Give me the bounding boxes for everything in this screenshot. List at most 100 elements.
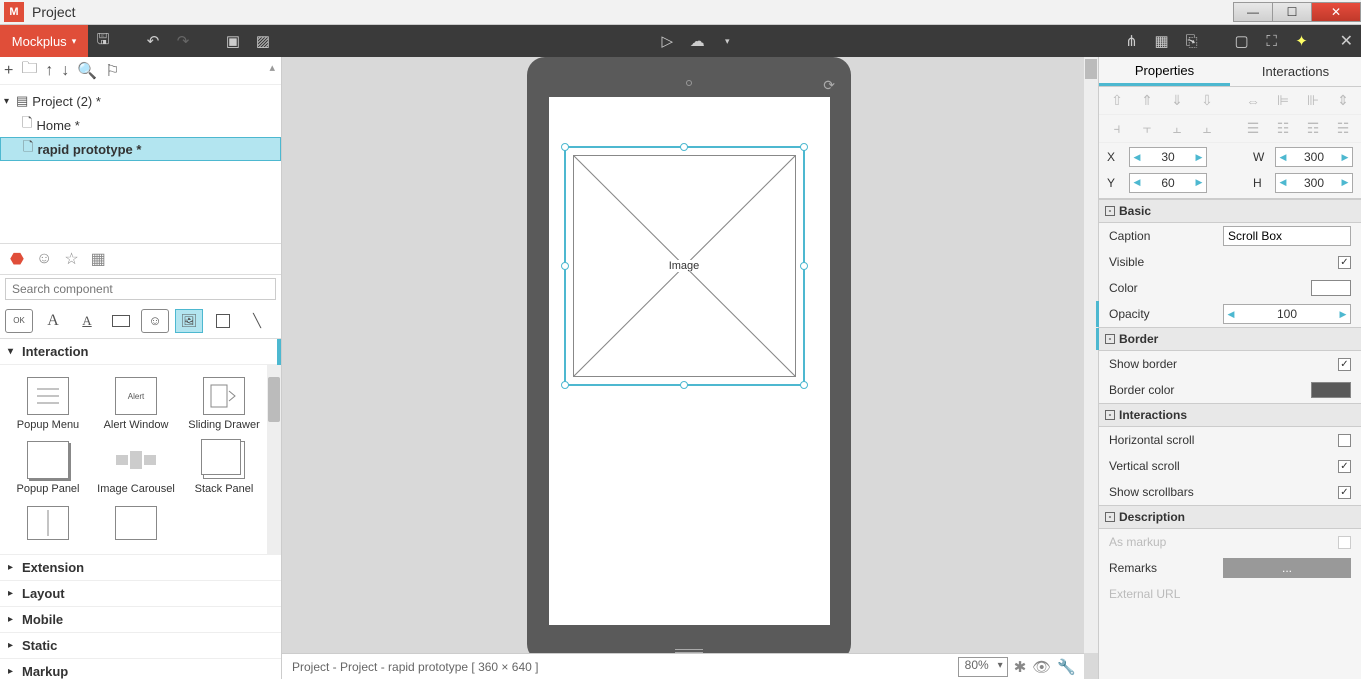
minimize-button[interactable]: — [1233,2,1273,22]
incr-icon[interactable]: ▶ [1336,309,1350,320]
rotate-icon[interactable]: ⟳ [823,77,835,94]
play-icon[interactable]: ▷ [652,25,682,57]
color-swatch[interactable] [1311,280,1351,296]
frame-icon[interactable]: ▢ [1227,25,1257,57]
export-icon[interactable]: ⎘ [1177,25,1207,57]
panel-close-icon[interactable]: ✕ [1332,31,1361,51]
decr-icon[interactable]: ◀ [1130,177,1144,188]
w-input[interactable]: ◀300▶ [1275,147,1353,167]
zoom-select[interactable]: 80% [958,657,1008,677]
dist-3-icon[interactable]: ☶ [1303,120,1323,137]
component-image-carousel[interactable]: Image Carousel [92,437,180,501]
dist-h-icon[interactable]: ⊫ [1273,92,1293,109]
underline-shape-icon[interactable]: A [73,309,101,333]
show-scrollbars-checkbox[interactable]: ✓ [1338,486,1351,499]
rect-shape-icon[interactable] [107,309,135,333]
search-input[interactable] [5,278,276,300]
sparkle-icon[interactable]: ✦ [1287,25,1317,57]
undo-icon[interactable]: ↶ [138,25,168,57]
cloud-icon[interactable]: ☁ [682,25,712,57]
checkbox-shape-icon[interactable] [209,309,237,333]
resize-handle[interactable] [561,262,569,270]
component-alert-window[interactable]: Alert Alert Window [92,373,180,437]
h-scroll-checkbox[interactable] [1338,434,1351,447]
folder-icon[interactable]: 🗀 [21,57,37,84]
section-description[interactable]: -Description [1099,505,1361,529]
border-color-swatch[interactable] [1311,382,1351,398]
gear-icon[interactable]: ✱ [1014,658,1027,676]
resize-handle[interactable] [561,143,569,151]
flip-h-icon[interactable]: ⇔ [1243,93,1263,109]
fullscreen-icon[interactable]: ⛶ [1257,25,1287,57]
section-static[interactable]: ▸Static [0,633,281,659]
ungroup-icon[interactable]: ▨ [248,25,278,57]
scrollbar-track[interactable] [267,365,281,554]
dist-v-icon[interactable]: ⊪ [1303,92,1323,109]
x-input[interactable]: ◀30▶ [1129,147,1207,167]
resize-handle[interactable] [680,381,688,389]
visible-checkbox[interactable]: ✓ [1338,256,1351,269]
resize-handle[interactable] [561,381,569,389]
resize-handle[interactable] [800,143,808,151]
y-input[interactable]: ◀60▶ [1129,173,1207,193]
favorites-tab-icon[interactable]: ☆ [64,249,78,269]
send-back-icon[interactable]: ⇩ [1197,92,1217,109]
resize-handle[interactable] [800,381,808,389]
incr-icon[interactable]: ▶ [1338,152,1352,163]
close-button[interactable]: ✕ [1311,2,1361,22]
canvas-scroll-thumb[interactable] [1085,59,1097,79]
tab-properties[interactable]: Properties [1099,57,1230,86]
move-up-icon[interactable]: ↑ [45,62,53,80]
dist-1-icon[interactable]: ☰ [1243,120,1263,137]
section-layout[interactable]: ▸Layout [0,581,281,607]
text-shape-icon[interactable]: A [39,309,67,333]
emoji-tab-icon[interactable]: ☺ [36,250,52,268]
tree-item-home[interactable]: 🗋 Home * [0,113,281,137]
button-shape-icon[interactable]: OK [5,309,33,333]
search-icon[interactable]: 🔍 [77,61,97,81]
component-popup-menu[interactable]: Popup Menu [4,373,92,437]
component-popup-panel[interactable]: Popup Panel [4,437,92,501]
tab-interactions[interactable]: Interactions [1230,57,1361,86]
incr-icon[interactable]: ▶ [1338,177,1352,188]
incr-icon[interactable]: ▶ [1192,152,1206,163]
incr-icon[interactable]: ▶ [1192,177,1206,188]
align-left-icon[interactable]: ⫞ [1107,120,1127,137]
dist-4-icon[interactable]: ☵ [1333,120,1353,137]
section-extension[interactable]: ▸Extension [0,555,281,581]
templates-tab-icon[interactable]: ▦ [91,249,106,269]
opacity-input[interactable]: ◀100▶ [1223,304,1351,324]
h-input[interactable]: ◀300▶ [1275,173,1353,193]
components-tab-icon[interactable]: ⬣ [10,249,24,269]
redo-icon[interactable]: ↷ [168,25,198,57]
decr-icon[interactable]: ◀ [1224,309,1238,320]
image-shape-icon[interactable]: 🖼 [175,309,203,333]
align-top-icon[interactable]: ⫠ [1197,120,1217,137]
component-split-h[interactable] [4,502,92,544]
tree-root-item[interactable]: ▾ ▤ Project (2) * [0,89,281,113]
brand-menu[interactable]: Mockplus ▾ [0,25,88,57]
as-markup-checkbox[interactable] [1338,536,1351,549]
maximize-button[interactable]: ☐ [1272,2,1312,22]
flip-v-icon[interactable]: ⇕ [1333,92,1353,109]
flag-icon[interactable]: ⚐ [105,61,119,81]
save-icon[interactable]: 🖫 [88,25,118,57]
v-scroll-checkbox[interactable]: ✓ [1338,460,1351,473]
emoji-shape-icon[interactable]: ☺ [141,309,169,333]
canvas-scrollbar-v[interactable] [1084,57,1098,653]
section-interaction[interactable]: ▾ Interaction [0,339,281,365]
move-down-icon[interactable]: ↓ [61,62,69,80]
send-backward-icon[interactable]: ⇓ [1167,92,1187,109]
section-basic[interactable]: -Basic [1099,199,1361,223]
remarks-button[interactable]: ... [1223,558,1351,578]
wrench-icon[interactable]: 🔧 [1057,658,1076,676]
device-screen[interactable]: Image [549,97,830,625]
dist-2-icon[interactable]: ☷ [1273,120,1293,137]
component-stack-panel[interactable]: Stack Panel [180,437,268,501]
resize-handle[interactable] [680,143,688,151]
canvas-area[interactable]: ⟳ Image Pr [282,57,1098,679]
component-sliding-drawer[interactable]: Sliding Drawer [180,373,268,437]
section-border[interactable]: -Border [1099,327,1361,351]
collapse-icon[interactable]: ▴ [269,61,275,74]
align-right-icon[interactable]: ⫠ [1167,120,1187,137]
